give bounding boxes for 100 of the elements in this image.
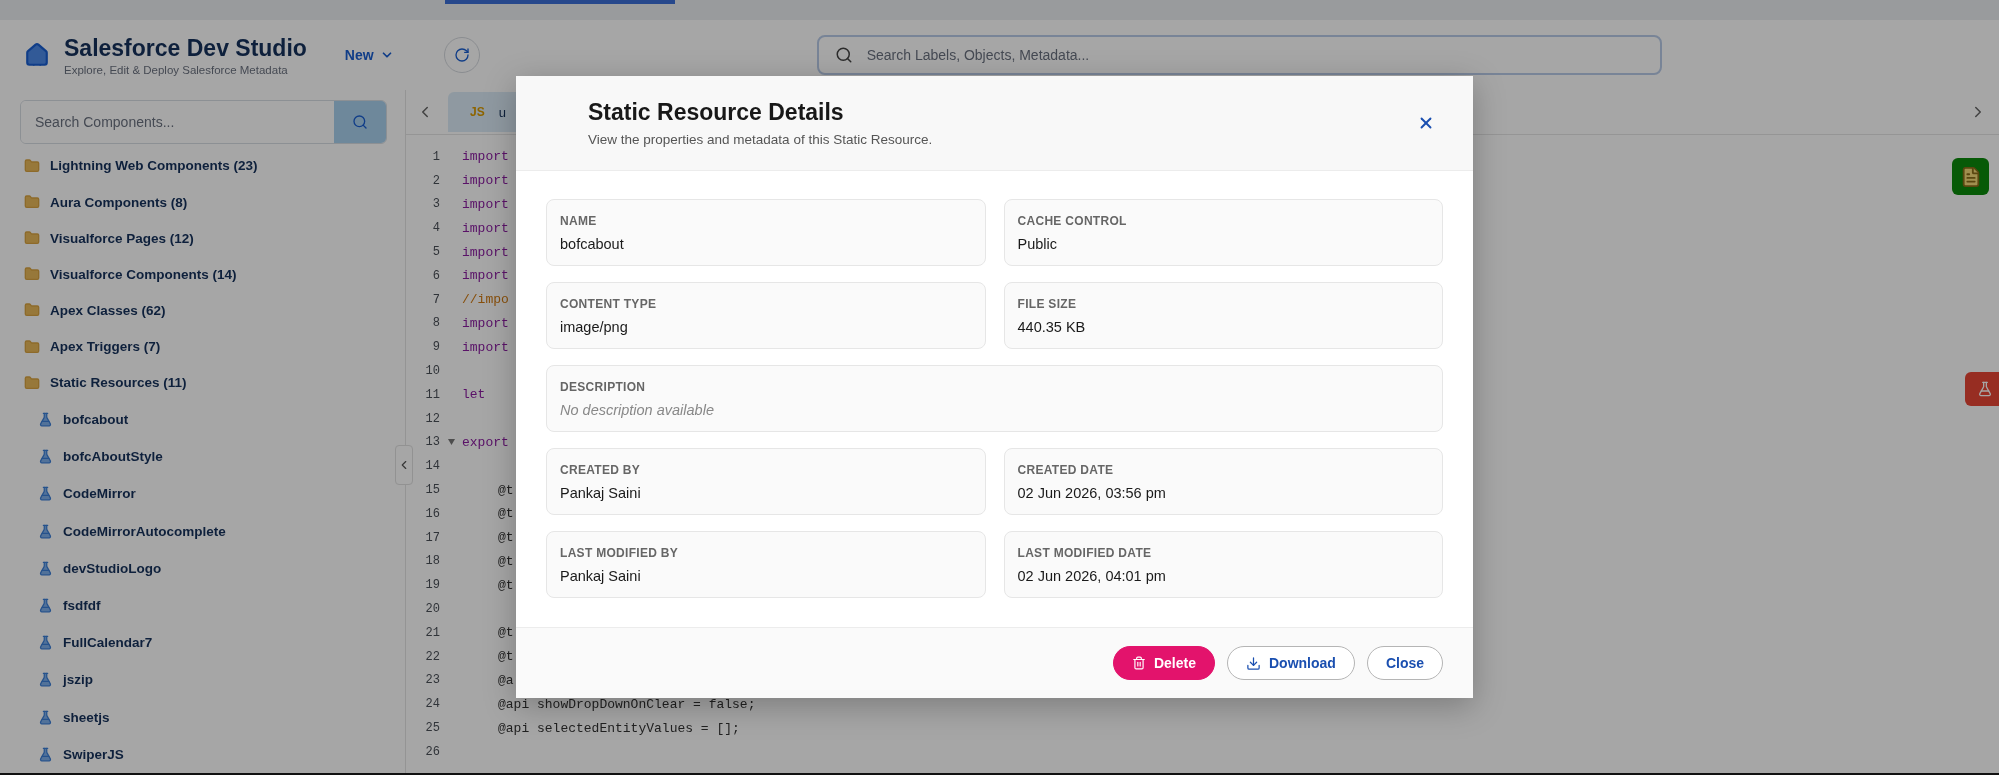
code-line: import: [462, 339, 509, 355]
code-line: import: [462, 197, 509, 212]
code-line: import: [462, 149, 509, 165]
field-value: No description available: [560, 402, 715, 418]
code-line: let: [462, 387, 486, 403]
line-number: 22: [424, 649, 440, 664]
folder-icon: [24, 157, 40, 174]
code-line: export: [462, 434, 509, 450]
line-number: 26: [424, 744, 440, 759]
flask-button[interactable]: [1965, 372, 1999, 406]
code-line: @t: [497, 482, 514, 498]
line-number: 4: [431, 221, 440, 236]
line-number: 17: [424, 530, 440, 545]
flask-icon: [38, 635, 53, 651]
dialog-title: Static Resource Details: [588, 99, 845, 126]
field-value: Public: [1017, 236, 1058, 252]
field-value: image/png: [560, 319, 629, 335]
line-number: 25: [424, 721, 440, 735]
field-value: Pankaj Saini: [560, 568, 642, 584]
folder-item[interactable]: Static Resources (11): [50, 375, 187, 391]
folder-icon: [24, 194, 40, 210]
flask-icon: [38, 411, 53, 427]
field-label: DESCRIPTION: [560, 380, 647, 394]
delete-button[interactable]: Delete: [1112, 646, 1215, 680]
fold-icon[interactable]: [447, 439, 455, 446]
refresh-button[interactable]: [443, 37, 480, 73]
dialog-subtitle: View the properties and metadata of this Static Resource.: [588, 132, 934, 147]
download-button[interactable]: Download: [1227, 646, 1355, 680]
line-number: 1: [431, 149, 440, 164]
resource-item[interactable]: CodeMirrorAutocomplete: [63, 523, 226, 539]
refresh-icon: [453, 47, 470, 63]
field-label: CREATED DATE: [1017, 463, 1115, 477]
flask-icon: [38, 746, 53, 762]
flask-icon: [1977, 381, 1993, 397]
line-number: 6: [431, 268, 440, 283]
line-number: 23: [424, 673, 440, 688]
line-number: 5: [431, 245, 440, 260]
flask-icon: [38, 523, 53, 539]
resource-item[interactable]: bofcabout: [63, 411, 129, 427]
line-number: 7: [431, 292, 440, 307]
field-value: 440.35 KB: [1017, 319, 1087, 335]
line-number: 20: [424, 602, 440, 617]
line-number: 16: [424, 506, 440, 521]
code-line: @t: [497, 649, 514, 665]
code-line: @t: [497, 625, 514, 641]
line-number: 11: [424, 387, 440, 402]
collapse-handle[interactable]: [395, 445, 413, 485]
resource-item[interactable]: devStudioLogo: [63, 560, 162, 576]
folder-icon: [24, 374, 40, 391]
field-label: NAME: [560, 214, 598, 228]
code-line: import: [462, 173, 509, 189]
search-field[interactable]: Search Labels, Objects, Metadata...: [816, 35, 1662, 75]
line-number: 21: [424, 625, 440, 640]
line-number: 12: [424, 411, 440, 426]
resource-item[interactable]: sheetjs: [63, 709, 110, 725]
field-label: CACHE CONTROL: [1017, 214, 1128, 228]
flask-icon: [38, 709, 53, 725]
field-value: Pankaj Saini: [560, 485, 642, 501]
flask-icon: [38, 486, 53, 502]
line-number: 3: [431, 197, 440, 212]
folder-icon: [24, 230, 40, 247]
line-number: 15: [424, 483, 440, 498]
folder-item[interactable]: Visualforce Pages (12): [50, 230, 194, 246]
resource-item[interactable]: CodeMirror: [63, 486, 136, 502]
search-icon: [834, 46, 853, 64]
document-button[interactable]: [1952, 158, 1989, 195]
code-line: @api showDropDownOnClear = false;: [497, 696, 756, 712]
resource-item[interactable]: bofcAboutStyle: [63, 449, 163, 465]
file-type-label: JS: [470, 105, 485, 119]
line-number: 19: [424, 578, 440, 593]
code-line: @api selectedEntityValues = [];: [497, 720, 740, 736]
line-number: 10: [424, 364, 440, 379]
line-number: 24: [424, 697, 440, 712]
tab-label: u: [498, 104, 506, 120]
resource-item[interactable]: jszip: [63, 672, 93, 688]
close-button[interactable]: Close: [1366, 646, 1443, 680]
field-value: 02 Jun 2026, 03:56 pm: [1017, 485, 1167, 501]
folder-item[interactable]: Lightning Web Components (23): [50, 158, 258, 174]
folder-item[interactable]: Apex Triggers (7): [50, 339, 161, 355]
field-label: CREATED BY: [560, 463, 642, 477]
app-subtitle: Explore, Edit & Deploy Salesforce Metadata: [64, 63, 289, 76]
code-line: import: [462, 244, 509, 260]
line-number: 14: [424, 459, 440, 474]
code-line: @t: [497, 530, 514, 546]
field-label: CONTENT TYPE: [560, 297, 658, 311]
folder-item[interactable]: Visualforce Components (14): [50, 266, 237, 282]
new-menu-button[interactable]: New: [338, 46, 400, 64]
resource-item[interactable]: FullCalendar7: [63, 635, 153, 651]
resource-item[interactable]: fsdfdf: [63, 598, 101, 613]
flask-icon: [38, 672, 53, 688]
field-label: LAST MODIFIED DATE: [1017, 546, 1153, 560]
code-line: @t: [497, 577, 514, 593]
resource-item[interactable]: SwiperJS: [63, 746, 124, 762]
line-number: 13: [424, 435, 440, 450]
folder-icon: [24, 338, 40, 355]
folder-item[interactable]: Aura Components (8): [50, 194, 188, 210]
folder-icon: [24, 266, 40, 283]
line-number: 8: [431, 316, 440, 331]
download-icon: [1246, 655, 1261, 671]
folder-item[interactable]: Apex Classes (62): [50, 302, 166, 318]
